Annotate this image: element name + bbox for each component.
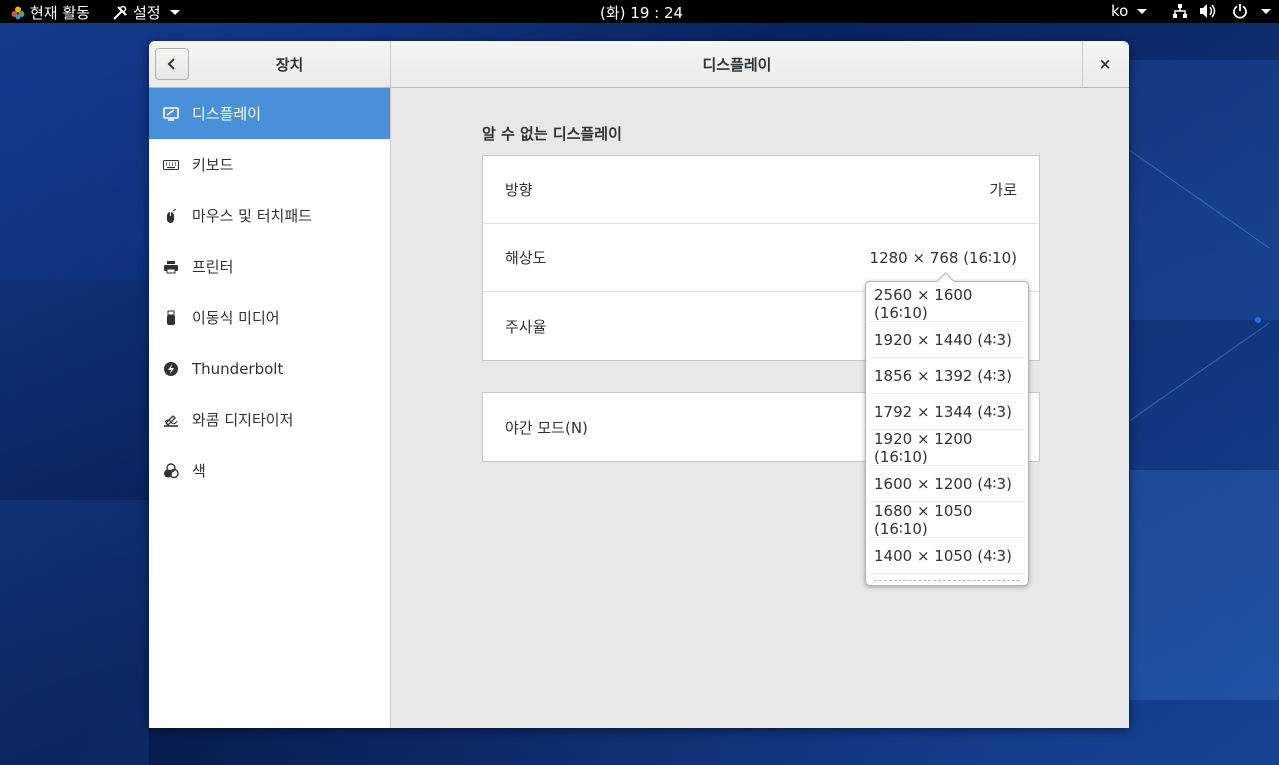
resolution-option[interactable]: 1400 × 1050 (4∶3) [870, 538, 1024, 574]
resolution-popover: 2560 × 1600 (16∶10) 1920 × 1440 (4∶3) 18… [865, 281, 1029, 586]
resolution-option[interactable]: 1680 × 1050 (16∶10) [870, 502, 1024, 538]
resolution-option-label: 1792 × 1344 (4∶3) [874, 402, 1012, 421]
resolution-option-label: 1856 × 1392 (4∶3) [874, 366, 1012, 385]
app-menu-label: 설정 [133, 4, 161, 22]
sidebar-item-display[interactable]: 디스플레이 [149, 88, 390, 139]
sidebar-item-label: 와콤 디지타이저 [192, 411, 294, 429]
activities-icon [11, 6, 25, 19]
orientation-label: 방향 [505, 181, 533, 199]
mouse-icon [163, 208, 179, 224]
tools-icon [113, 5, 127, 20]
printer-icon [163, 259, 179, 275]
volume-icon [1200, 4, 1216, 18]
resolution-option[interactable]: 1920 × 1200 (16∶10) [870, 430, 1024, 466]
system-menu[interactable] [1172, 3, 1271, 19]
sidebar-item-label: 색 [192, 462, 206, 480]
resolution-option[interactable]: 2560 × 1600 (16∶10) [870, 286, 1024, 322]
tablet-icon [163, 412, 179, 428]
resolution-label: 해상도 [505, 249, 547, 267]
chevron-left-icon [167, 58, 175, 70]
resolution-option-label: 2560 × 1600 (16∶10) [874, 285, 973, 322]
sidebar-title: 장치 [275, 56, 304, 74]
color-icon [163, 462, 179, 479]
power-icon [1233, 4, 1247, 19]
separator [1082, 41, 1083, 87]
sidebar-header: 장치 [149, 41, 391, 87]
resolution-option[interactable]: 1920 × 1440 (4∶3) [870, 322, 1024, 358]
monitor-name-heading: 알 수 없는 디스플레이 [482, 125, 622, 143]
chevron-down-icon [1261, 8, 1271, 14]
resolution-option-label: 1680 × 1050 (16∶10) [874, 501, 973, 538]
sidebar-item-label: 마우스 및 터치패드 [192, 207, 312, 225]
close-button[interactable]: × [1095, 54, 1115, 74]
resolution-option-label: 1600 × 1200 (4∶3) [874, 474, 1012, 493]
settings-window: 장치 디스플레이 × 디스플레이 키보드 마우스 및 터치패드 프린터 이동식 … [149, 41, 1129, 728]
sidebar-item-mouse[interactable]: 마우스 및 터치패드 [149, 190, 390, 241]
sidebar-item-thunderbolt[interactable]: Thunderbolt [149, 343, 390, 394]
clock-label: (화) 19 : 24 [600, 4, 684, 22]
activities-label: 현재 활동 [30, 4, 90, 22]
scroll-indicator[interactable] [874, 580, 1020, 581]
night-mode-label: 야간 모드(N) [505, 418, 588, 437]
network-icon [1173, 4, 1187, 18]
sidebar-item-keyboard[interactable]: 키보드 [149, 139, 390, 190]
clock[interactable]: (화) 19 : 24 [600, 2, 683, 23]
refresh-rate-label: 주사율 [505, 317, 547, 336]
thunderbolt-icon [163, 361, 179, 377]
chevron-down-icon [169, 10, 180, 15]
resolution-option-label: 1920 × 1200 (16∶10) [874, 429, 973, 466]
language-label: ko [1111, 2, 1129, 20]
sidebar-item-label: 디스플레이 [192, 105, 262, 123]
orientation-row[interactable]: 방향 가로 [483, 156, 1039, 224]
keyboard-icon [163, 157, 179, 173]
resolution-option[interactable]: 1792 × 1344 (4∶3) [870, 394, 1024, 430]
sidebar-item-removable-media[interactable]: 이동식 미디어 [149, 292, 390, 343]
sidebar-item-label: Thunderbolt [192, 359, 284, 378]
sidebar-item-printer[interactable]: 프린터 [149, 241, 390, 292]
input-language-menu[interactable]: ko [1111, 2, 1148, 20]
resolution-option[interactable]: 1600 × 1200 (4∶3) [870, 466, 1024, 502]
header-bar: 장치 디스플레이 × [149, 41, 1129, 88]
app-menu[interactable]: 설정 [112, 2, 180, 23]
top-bar: 현재 활동 설정 (화) 19 : 24 ko [0, 0, 1279, 23]
back-button[interactable] [155, 48, 189, 80]
resolution-option[interactable]: 1856 × 1392 (4∶3) [870, 358, 1024, 394]
chevron-down-icon [1137, 8, 1148, 14]
sidebar-item-wacom[interactable]: 와콤 디지타이저 [149, 394, 390, 445]
close-icon: × [1098, 55, 1112, 73]
orientation-value: 가로 [989, 181, 1017, 199]
resolution-option-label: 1920 × 1440 (4∶3) [874, 330, 1012, 349]
usb-icon [163, 310, 179, 326]
activities-button[interactable]: 현재 활동 [11, 2, 90, 23]
resolution-value: 1280 × 768 (16∶10) [869, 248, 1017, 267]
sidebar-item-label: 이동식 미디어 [192, 309, 280, 327]
sidebar: 디스플레이 키보드 마우스 및 터치패드 프린터 이동식 미디어 Thunder… [149, 88, 391, 728]
page-title: 디스플레이 [702, 56, 772, 74]
display-icon [163, 106, 179, 122]
sidebar-item-label: 프린터 [192, 258, 234, 276]
sidebar-item-label: 키보드 [192, 156, 234, 174]
sidebar-item-color[interactable]: 색 [149, 445, 390, 496]
resolution-option-label: 1400 × 1050 (4∶3) [874, 546, 1012, 565]
